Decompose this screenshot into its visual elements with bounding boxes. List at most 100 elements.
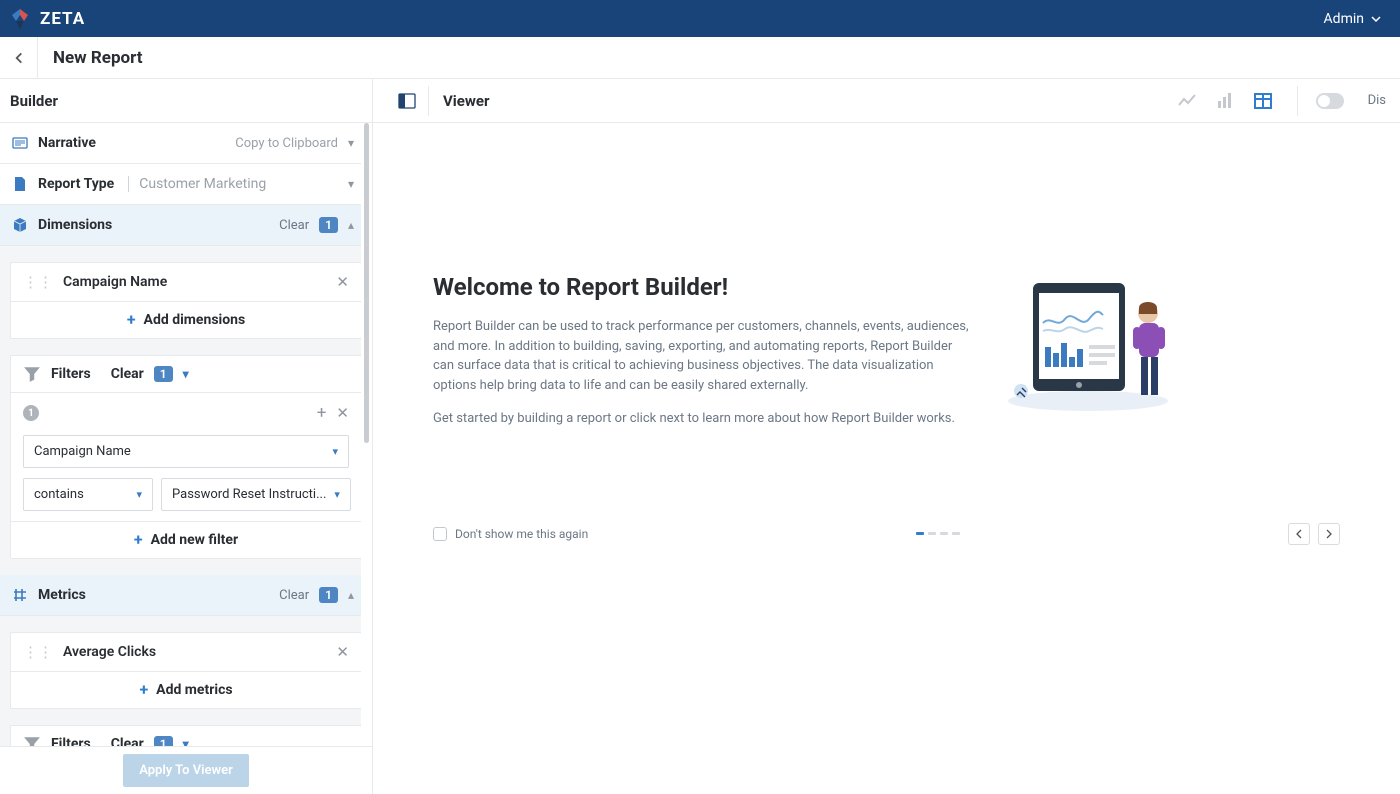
- dimension-filters-card: Filters Clear 1 ▾ 1 + ✕: [10, 355, 362, 559]
- carousel-dots: [916, 532, 960, 535]
- report-type-value: Customer Marketing: [128, 176, 266, 192]
- admin-label: Admin: [1324, 11, 1364, 27]
- chevron-left-icon: [1294, 529, 1304, 539]
- table-view-icon[interactable]: [1253, 91, 1273, 111]
- add-metrics-label: Add metrics: [156, 682, 232, 698]
- line-chart-icon[interactable]: [1177, 91, 1197, 111]
- dimensions-count: 1: [319, 217, 338, 233]
- filter-field-dropdown[interactable]: Campaign Name ▾: [23, 435, 349, 468]
- brand-logo-icon: [8, 7, 32, 31]
- cube-icon: [12, 217, 28, 233]
- plus-icon: +: [127, 312, 136, 328]
- carousel-dot[interactable]: [940, 532, 948, 535]
- filter-icon: [23, 735, 41, 746]
- scrollbar-thumb[interactable]: [364, 123, 369, 443]
- chevron-down-icon[interactable]: ▾: [183, 737, 195, 746]
- plus-icon: +: [134, 532, 143, 548]
- chevron-down-icon[interactable]: ▾: [348, 177, 360, 191]
- filter-operator-value: contains: [34, 487, 84, 502]
- welcome-paragraph-2: Get started by building a report or clic…: [433, 409, 973, 429]
- metrics-count: 1: [319, 587, 338, 603]
- metrics-label: Metrics: [38, 587, 86, 603]
- metric-item[interactable]: ⋮⋮ Average Clicks ✕: [11, 633, 361, 672]
- collapse-panel-button[interactable]: [385, 86, 429, 116]
- metrics-clear[interactable]: Clear: [279, 588, 309, 603]
- back-button[interactable]: [0, 37, 38, 79]
- bar-chart-icon[interactable]: [1215, 91, 1235, 111]
- dimensions-label: Dimensions: [38, 217, 112, 233]
- filter-operator-dropdown[interactable]: contains ▾: [23, 478, 153, 511]
- drag-handle-icon[interactable]: ⋮⋮: [23, 273, 53, 291]
- filter-icon: [23, 365, 41, 383]
- section-report-type-label: Report Type: [38, 176, 114, 192]
- section-metrics[interactable]: Metrics Clear 1 ▴: [0, 575, 372, 616]
- section-report-type[interactable]: Report Type Customer Marketing ▾: [0, 164, 372, 205]
- add-metrics[interactable]: + Add metrics: [11, 672, 361, 708]
- display-toggle-label: Dis: [1368, 93, 1386, 108]
- section-narrative[interactable]: Narrative Copy to Clipboard ▾: [0, 123, 372, 164]
- add-condition[interactable]: +: [317, 403, 327, 423]
- display-toggle[interactable]: [1316, 93, 1344, 109]
- filter-value-text: Password Reset Instructi...: [172, 487, 326, 502]
- welcome-illustration: [1003, 273, 1183, 413]
- dimension-item[interactable]: ⋮⋮ Campaign Name ✕: [11, 263, 361, 302]
- carousel-prev-button[interactable]: [1288, 523, 1310, 545]
- carousel-dot[interactable]: [928, 532, 936, 535]
- add-new-filter-label: Add new filter: [151, 532, 239, 548]
- chevron-right-icon: [1324, 529, 1334, 539]
- section-dimensions[interactable]: Dimensions Clear 1 ▴: [0, 205, 372, 246]
- filters-count: 1: [154, 366, 173, 382]
- carousel-dot[interactable]: [952, 532, 960, 535]
- chevron-down-icon: ▾: [332, 445, 338, 458]
- add-dimensions[interactable]: + Add dimensions: [11, 302, 361, 338]
- copy-to-clipboard[interactable]: Copy to Clipboard: [235, 136, 338, 151]
- remove-filter[interactable]: ✕: [336, 404, 349, 422]
- scrollbar[interactable]: [361, 123, 372, 746]
- dont-show-checkbox[interactable]: [433, 527, 447, 541]
- metric-filters-card: Filters Clear 1 ▾: [10, 725, 362, 746]
- narrative-icon: [12, 135, 28, 151]
- admin-menu[interactable]: Admin: [1324, 11, 1382, 27]
- chevron-left-icon: [12, 51, 26, 65]
- dimension-card: ⋮⋮ Campaign Name ✕ + Add dimensions: [10, 262, 362, 339]
- dimensions-clear[interactable]: Clear: [279, 218, 309, 233]
- filter-field-value: Campaign Name: [34, 444, 131, 459]
- metric-filters-label: Filters: [51, 736, 91, 746]
- metric-card: ⋮⋮ Average Clicks ✕ + Add metrics: [10, 632, 362, 709]
- dont-show-label: Don't show me this again: [455, 527, 588, 541]
- metric-item-name: Average Clicks: [63, 644, 336, 660]
- page-title: New Report: [53, 48, 143, 68]
- remove-metric[interactable]: ✕: [336, 643, 349, 661]
- metric-filters-clear[interactable]: Clear: [111, 736, 144, 746]
- welcome-heading: Welcome to Report Builder!: [433, 273, 973, 301]
- brand: ZETA: [8, 7, 85, 31]
- chevron-down-icon[interactable]: ▾: [348, 136, 360, 150]
- add-new-filter[interactable]: + Add new filter: [11, 521, 361, 558]
- remove-dimension[interactable]: ✕: [336, 273, 349, 291]
- filter-value-dropdown[interactable]: Password Reset Instructi... ▾: [161, 478, 351, 511]
- section-narrative-label: Narrative: [38, 135, 96, 151]
- brand-text: ZETA: [40, 9, 85, 29]
- chevron-up-icon[interactable]: ▴: [348, 588, 360, 602]
- drag-handle-icon[interactable]: ⋮⋮: [23, 643, 53, 661]
- add-dimensions-label: Add dimensions: [144, 312, 246, 328]
- metric-filters-count: 1: [154, 736, 173, 746]
- chevron-down-icon[interactable]: ▾: [183, 367, 195, 381]
- chevron-down-icon: ▾: [334, 488, 340, 501]
- chevron-up-icon[interactable]: ▴: [348, 218, 360, 232]
- carousel-dot[interactable]: [916, 532, 924, 535]
- panel-collapse-icon: [398, 93, 416, 109]
- dimension-item-name: Campaign Name: [63, 274, 336, 290]
- builder-title: Builder: [0, 79, 372, 123]
- filter-step-badge: 1: [23, 405, 39, 421]
- filters-label: Filters: [51, 366, 91, 382]
- report-type-icon: [12, 176, 28, 192]
- welcome-paragraph-1: Report Builder can be used to track perf…: [433, 317, 973, 395]
- carousel-next-button[interactable]: [1318, 523, 1340, 545]
- chevron-down-icon: [1370, 13, 1382, 25]
- filters-clear[interactable]: Clear: [111, 366, 144, 382]
- viewer-title: Viewer: [443, 92, 489, 110]
- chevron-down-icon: ▾: [136, 488, 142, 501]
- hash-icon: [12, 587, 28, 603]
- apply-to-viewer-button[interactable]: Apply To Viewer: [123, 754, 249, 787]
